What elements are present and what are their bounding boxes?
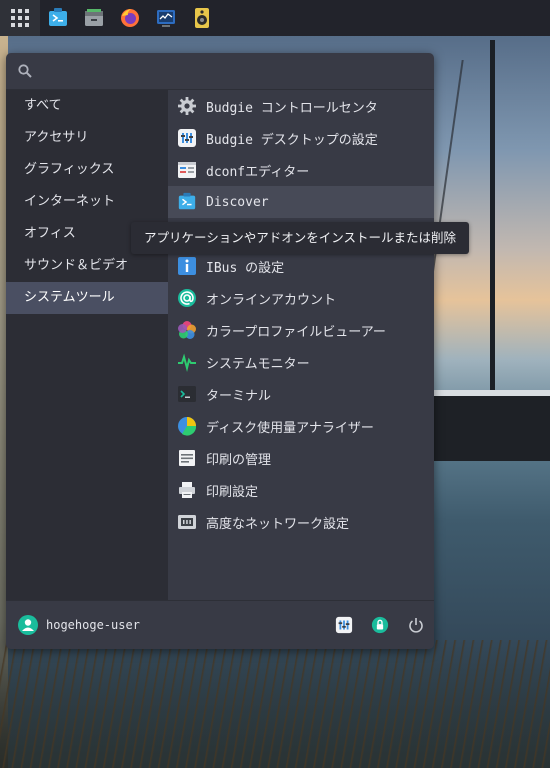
info-icon	[176, 255, 198, 277]
app-label: 高度なネットワーク設定	[206, 516, 350, 532]
app-label: dconfエディター	[206, 164, 310, 180]
category-internet[interactable]: インターネット	[6, 186, 168, 218]
system-monitor-icon	[157, 10, 175, 27]
app-print-manager[interactable]: 印刷の管理	[168, 442, 434, 474]
search-input[interactable]	[42, 59, 426, 85]
app-dconf-editor[interactable]: dconfエディター	[168, 154, 434, 186]
app-online-accounts[interactable]: オンラインアカウント	[168, 282, 434, 314]
category-graphics[interactable]: グラフィックス	[6, 154, 168, 186]
search-icon	[18, 64, 32, 78]
app-label: ターミナル	[206, 388, 272, 404]
at-sign-icon	[176, 287, 198, 309]
category-system-tools[interactable]: システムツール	[6, 282, 168, 314]
lock-icon	[371, 616, 389, 634]
app-system-monitor[interactable]: システムモニター	[168, 346, 434, 378]
app-list: Budgie コントロールセンタ Budgie デスクトップの設定 dconfエ…	[168, 90, 434, 600]
app-label: Discover	[206, 194, 269, 210]
category-accessories[interactable]: アクセサリ	[6, 122, 168, 154]
app-label: カラープロファイルビューアー	[206, 324, 386, 340]
print-manager-icon	[176, 447, 198, 469]
taskbar-file-manager[interactable]	[76, 0, 112, 36]
app-label: システムモニター	[206, 356, 310, 372]
menu-footer: hogehoge-user	[6, 600, 434, 649]
app-label: 印刷設定	[206, 484, 259, 500]
app-advanced-network-settings[interactable]: 高度なネットワーク設定	[168, 506, 434, 538]
dconf-icon	[176, 159, 198, 181]
discover-icon	[49, 8, 67, 26]
category-all[interactable]: すべて	[6, 90, 168, 122]
search-bar	[6, 53, 434, 90]
power-button[interactable]	[406, 615, 426, 635]
file-manager-icon	[85, 9, 103, 26]
app-budgie-desktop-settings[interactable]: Budgie デスクトップの設定	[168, 122, 434, 154]
avatar[interactable]	[18, 615, 38, 635]
app-terminal[interactable]: ターミナル	[168, 378, 434, 410]
printer-icon	[176, 479, 198, 501]
top-panel	[0, 0, 550, 36]
app-label: Budgie デスクトップの設定	[206, 132, 378, 148]
app-label: Budgie コントロールセンタ	[206, 100, 378, 116]
app-label: ディスク使用量アナライザー	[206, 420, 374, 436]
power-icon	[409, 618, 423, 633]
gear-icon	[176, 95, 198, 117]
app-menu-button[interactable]	[0, 0, 40, 36]
system-monitor-icon	[176, 351, 198, 373]
app-color-profile-viewer[interactable]: カラープロファイルビューアー	[168, 314, 434, 346]
terminal-icon	[176, 383, 198, 405]
category-list: すべて アクセサリ グラフィックス インターネット オフィス サウンド＆ビデオ …	[6, 90, 168, 600]
taskbar-speaker[interactable]	[184, 0, 220, 36]
taskbar-discover[interactable]	[40, 0, 76, 36]
grid-icon	[11, 9, 29, 27]
username: hogehoge-user	[46, 618, 140, 632]
application-menu: すべて アクセサリ グラフィックス インターネット オフィス サウンド＆ビデオ …	[6, 53, 434, 649]
network-icon	[176, 511, 198, 533]
app-disk-usage-analyzer[interactable]: ディスク使用量アナライザー	[168, 410, 434, 442]
speaker-icon	[195, 8, 209, 28]
app-discover[interactable]: Discover	[168, 186, 434, 218]
app-label: IBus の設定	[206, 260, 285, 276]
settings-icon	[335, 616, 353, 634]
firefox-icon	[121, 9, 139, 27]
lock-button[interactable]	[370, 615, 390, 635]
app-label: 印刷の管理	[206, 452, 272, 468]
discover-icon	[176, 191, 198, 213]
app-label: オンラインアカウント	[206, 292, 337, 308]
discover-tooltip: アプリケーションやアドオンをインストールまたは削除	[131, 222, 469, 254]
taskbar-firefox[interactable]	[112, 0, 148, 36]
taskbar-system-monitor[interactable]	[148, 0, 184, 36]
disk-usage-icon	[176, 415, 198, 437]
budgie-settings-icon	[176, 127, 198, 149]
color-profile-icon	[176, 319, 198, 341]
category-sound-video[interactable]: サウンド＆ビデオ	[6, 250, 168, 282]
settings-button[interactable]	[334, 615, 354, 635]
app-ibus-settings[interactable]: IBus の設定	[168, 250, 434, 282]
app-printer-settings[interactable]: 印刷設定	[168, 474, 434, 506]
app-budgie-control-center[interactable]: Budgie コントロールセンタ	[168, 90, 434, 122]
